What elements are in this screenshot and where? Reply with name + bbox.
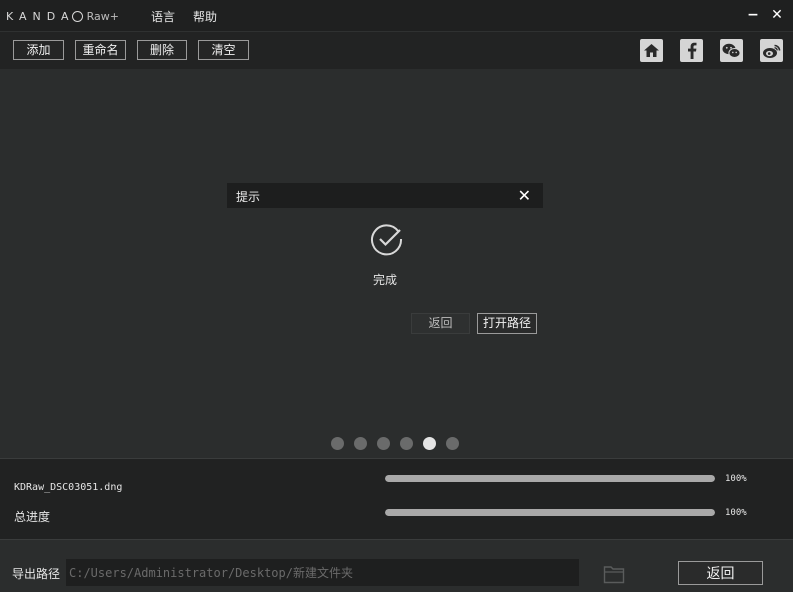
rename-button[interactable]: 重命名 bbox=[75, 40, 126, 60]
dialog-header: 提示 ✕ bbox=[227, 183, 543, 208]
delete-button[interactable]: 删除 bbox=[137, 40, 187, 60]
carousel-dots bbox=[331, 437, 459, 450]
carousel-dot[interactable] bbox=[423, 437, 436, 450]
close-window-button[interactable]: ✕ bbox=[769, 6, 785, 24]
file-progress-percent: 100% bbox=[725, 474, 747, 484]
dialog-close-button[interactable]: ✕ bbox=[518, 186, 531, 205]
weibo-icon[interactable] bbox=[760, 39, 783, 62]
dialog-back-button[interactable]: 返回 bbox=[411, 313, 470, 334]
back-button[interactable]: 返回 bbox=[678, 561, 763, 585]
total-progress-percent: 100% bbox=[725, 508, 747, 518]
file-progress-bar bbox=[385, 475, 715, 482]
carousel-dot[interactable] bbox=[354, 437, 367, 450]
add-button[interactable]: 添加 bbox=[13, 40, 64, 60]
logo-mark-icon bbox=[71, 10, 83, 22]
home-icon[interactable] bbox=[640, 39, 663, 62]
logo-product: Raw+ bbox=[86, 9, 119, 23]
dialog-title: 提示 bbox=[236, 190, 261, 204]
carousel-dot[interactable] bbox=[446, 437, 459, 450]
dialog-message: 完成 bbox=[373, 273, 398, 287]
title-bar: KANDA Raw+ 语言 帮助 − ✕ bbox=[0, 0, 793, 31]
logo-brand: KANDA bbox=[6, 9, 75, 23]
menu-language[interactable]: 语言 bbox=[151, 8, 175, 25]
footer: 导出路径 返回 bbox=[0, 540, 793, 592]
open-path-button[interactable]: 打开路径 bbox=[477, 313, 537, 334]
folder-icon[interactable] bbox=[603, 564, 625, 584]
export-path-input[interactable] bbox=[66, 559, 579, 586]
wechat-icon[interactable] bbox=[720, 39, 743, 62]
total-progress-bar bbox=[385, 509, 715, 516]
clear-button[interactable]: 清空 bbox=[198, 40, 249, 60]
carousel-dot[interactable] bbox=[331, 437, 344, 450]
export-path-label: 导出路径 bbox=[12, 567, 61, 581]
toolbar: 添加 重命名 删除 清空 bbox=[0, 31, 793, 69]
current-file-name: KDRaw_DSC03051.dng bbox=[14, 482, 123, 493]
minimize-button[interactable]: − bbox=[745, 6, 761, 24]
carousel-dot[interactable] bbox=[377, 437, 390, 450]
menu-help[interactable]: 帮助 bbox=[193, 8, 217, 25]
total-progress-label: 总进度 bbox=[14, 510, 51, 524]
preview-area bbox=[0, 69, 793, 458]
total-progress-fill bbox=[385, 509, 715, 516]
check-circle-icon bbox=[371, 224, 403, 256]
progress-panel: KDRaw_DSC03051.dng 100% 总进度 100% bbox=[0, 458, 793, 540]
app-logo: KANDA Raw+ bbox=[6, 8, 119, 24]
carousel-dot[interactable] bbox=[400, 437, 413, 450]
file-progress-fill bbox=[385, 475, 715, 482]
facebook-icon[interactable] bbox=[680, 39, 703, 62]
